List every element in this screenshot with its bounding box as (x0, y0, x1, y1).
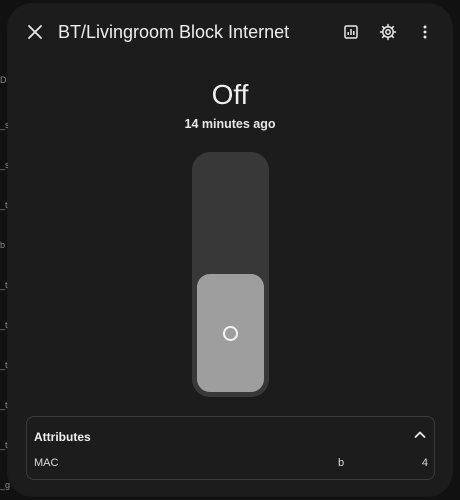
close-button[interactable] (19, 16, 51, 48)
attribute-value: 4 (421, 457, 428, 469)
attribute-key: MAC (34, 457, 59, 469)
gear-icon (379, 23, 397, 41)
attributes-header[interactable]: Attributes (27, 417, 434, 453)
settings-button[interactable] (372, 16, 404, 48)
attributes-panel: Attributes MAC b 4 (26, 416, 435, 480)
history-button[interactable] (335, 16, 367, 48)
more-options-button[interactable] (409, 16, 441, 48)
dialog-title: BT/Livingroom Block Internet (58, 22, 290, 42)
attributes-title: Attributes (34, 430, 91, 444)
close-icon (28, 25, 42, 39)
chevron-up-icon (414, 431, 426, 438)
dialog-header: BT/Livingroom Block Internet (8, 4, 452, 60)
last-changed-text: 14 minutes ago (184, 117, 276, 131)
toggle-handle[interactable] (197, 274, 264, 392)
toggle-knob-icon (223, 325, 238, 341)
history-chart-icon (344, 25, 358, 39)
more-vertical-icon (423, 25, 427, 39)
attribute-value: b (338, 457, 345, 469)
more-info-dialog: BT/Livingroom Block Internet Off 14 minu… (8, 4, 452, 496)
toggle-switch[interactable] (192, 152, 269, 397)
state-value: Off (211, 79, 249, 110)
